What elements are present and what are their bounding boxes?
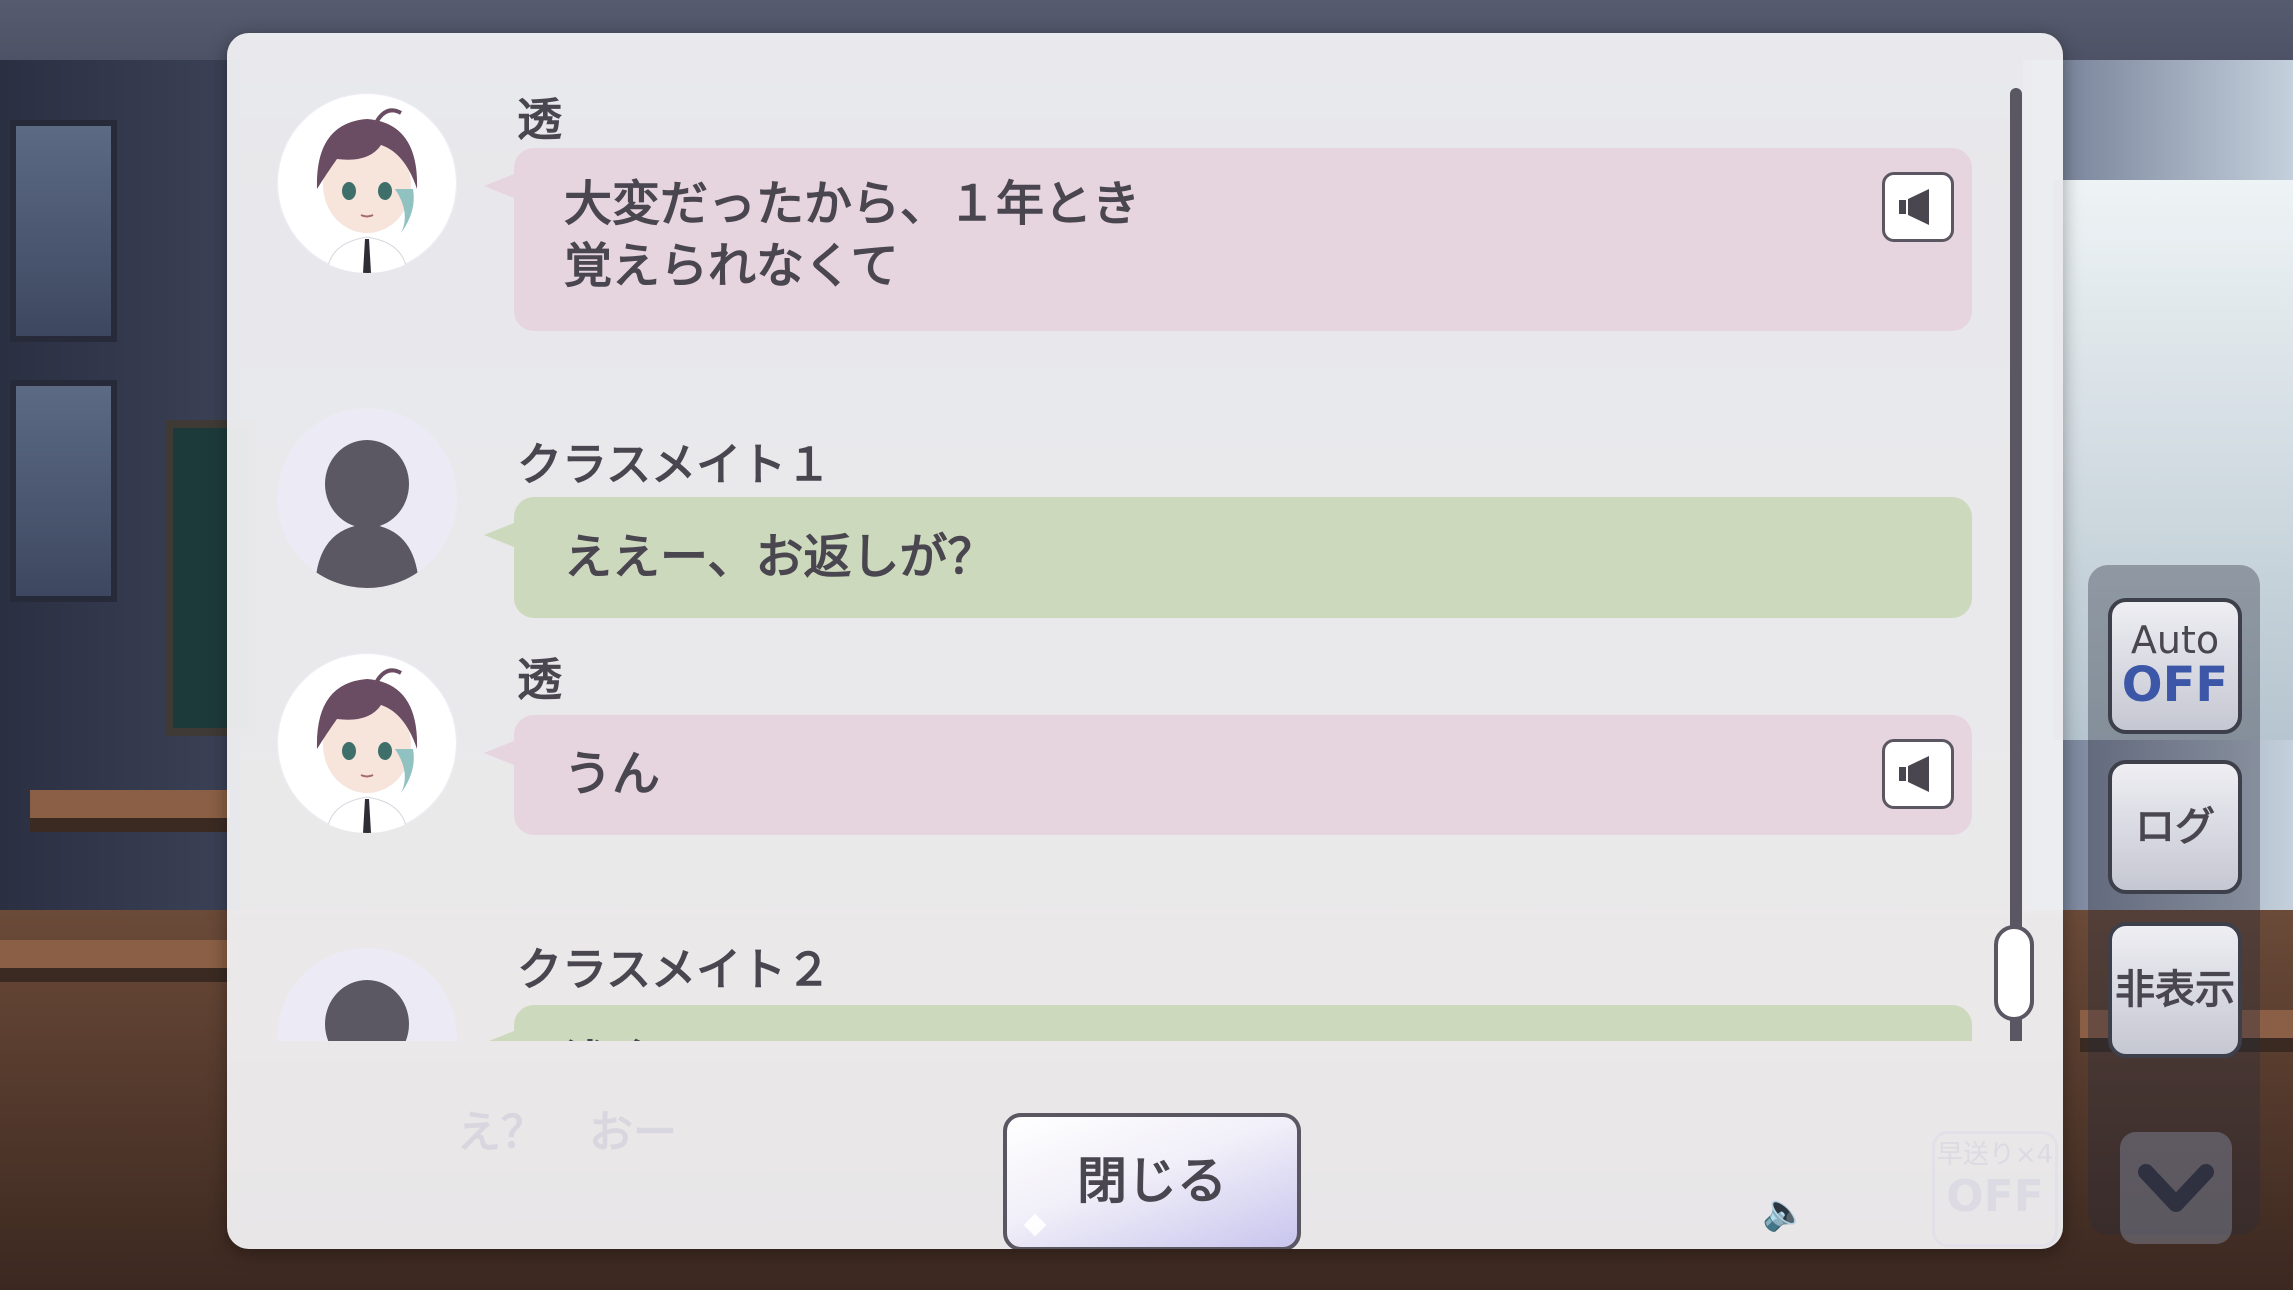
advance-button[interactable] [2120,1132,2232,1244]
character-toru-avatar [277,93,457,273]
auto-label: Auto [2130,618,2220,662]
desk [0,940,230,982]
close-button[interactable]: 閉じる [1003,1113,1301,1249]
speaker-icon [1899,189,1929,225]
dialog-text: 浅倉っちー [564,1033,804,1041]
character-toru-avatar [277,653,457,833]
left-window [10,120,117,342]
dialog-bubble: 浅倉っちー [484,1005,1972,1041]
dialog-text: 大変だったから、１年とき 覚えられなくて [564,176,1141,294]
dialog-text: ええー、お返しが？ [564,529,996,585]
dialog-log-modal: 透 大変だったから、１年とき 覚えられなくて クラスメイト１ ええー、お返しが？… [227,33,2063,1249]
dialog-text: うん [564,746,661,802]
hide-ui-button[interactable]: 非表示 [2108,922,2242,1058]
scrollbar-track[interactable] [2010,88,2022,1041]
sparkle-decoration [1023,1213,1047,1237]
left-window [10,380,117,602]
log-button[interactable]: ログ [2108,760,2242,894]
log-footer: え？ おー 🔈 早送り×4 OFF 閉じる [227,1041,2063,1249]
speaker-name: 透 [517,653,563,706]
speaker-name: クラスメイト１ [517,438,832,491]
scrollbar-thumb[interactable] [1994,925,2034,1021]
silhouette-avatar [277,948,457,1041]
log-entry: 透 うん [227,653,2063,893]
fast-forward-state: OFF [1946,1171,2044,1222]
log-entry: 透 大変だったから、１年とき 覚えられなくて [227,33,2063,343]
background-dialog-text: え？ おー [457,1107,677,1158]
desk [30,790,230,832]
dialog-bubble: ええー、お返しが？ [484,497,1972,618]
ghost-fast-forward-button: 早送り×4 OFF [1932,1131,2058,1247]
speaker-icon [1899,756,1929,792]
log-entry: クラスメイト１ ええー、お返しが？ [227,343,2063,618]
dialog-bubble: 大変だったから、１年とき 覚えられなくて [484,148,1972,331]
speaker-name: クラスメイト２ [517,943,832,996]
silhouette-avatar [277,408,457,588]
dialog-bubble: うん [484,715,1972,835]
fast-forward-label: 早送り×4 [1936,1140,2054,1170]
auto-play-button[interactable]: Auto OFF [2108,598,2242,734]
speaker-name: 透 [517,93,563,146]
voice-replay-button[interactable] [1882,172,1954,242]
auto-state: OFF [2121,657,2229,713]
close-button-label: 閉じる [1077,1152,1227,1210]
log-entry: クラスメイト２ 浅倉っちー [227,903,2063,1041]
dialog-log-list[interactable]: 透 大変だったから、１年とき 覚えられなくて クラスメイト１ ええー、お返しが？… [227,33,2063,1041]
ghost-speaker-icon: 🔈 [1762,1192,1807,1233]
chevron-down-icon [2138,1164,2214,1212]
voice-replay-button[interactable] [1882,739,1954,809]
